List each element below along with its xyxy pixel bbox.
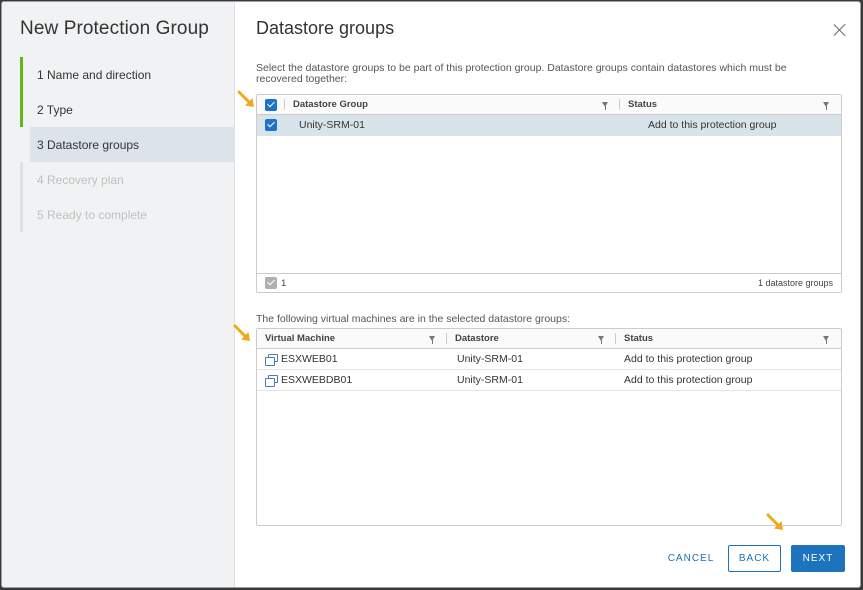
annotation-arrow-icon [237,90,254,107]
wizard-sidebar: New Protection Group 1 Name and directio… [2,2,235,587]
datastore-group-name: Unity-SRM-01 [299,119,365,131]
selected-count-checkbox [265,277,277,289]
table-row[interactable]: ESXWEBDB01 Unity-SRM-01 Add to this prot… [257,370,841,391]
wizard-main: Datastore groups Select the datastore gr… [233,2,860,587]
new-protection-group-dialog: New Protection Group 1 Name and directio… [1,1,861,588]
column-datastore[interactable]: Datastore [447,329,616,348]
filter-icon[interactable] [602,102,608,110]
annotation-arrow-icon [766,513,783,530]
select-all-checkbox[interactable] [265,98,277,111]
vm-datastore: Unity-SRM-01 [457,374,523,386]
vm-datastore: Unity-SRM-01 [457,353,523,365]
step-type[interactable]: 2 Type [20,92,235,127]
annotation-arrow-icon [233,324,250,341]
row-checkbox[interactable] [265,119,277,131]
datastore-group-status: Add to this protection group [648,119,777,131]
filter-icon[interactable] [823,336,829,344]
column-label: Status [628,99,658,110]
filter-icon[interactable] [429,336,435,344]
select-all-cell [257,95,285,114]
cancel-button[interactable]: CANCEL [664,545,718,572]
filter-icon[interactable] [598,336,604,344]
filter-icon[interactable] [823,102,829,110]
vm-status: Add to this protection group [624,374,753,386]
column-label: Virtual Machine [265,333,336,344]
column-datastore-group[interactable]: Datastore Group [285,95,620,114]
column-status[interactable]: Status [620,95,841,114]
vm-description: The following virtual machines are in th… [256,313,571,325]
column-label: Datastore [455,333,499,344]
virtual-machines-grid: Virtual Machine Datastore Status ESXWEB0… [256,328,842,526]
back-button[interactable]: BACK [728,545,781,572]
vm-status: Add to this protection group [624,353,753,365]
table-row[interactable]: Unity-SRM-01 Add to this protection grou… [257,115,841,136]
datastore-groups-grid: Datastore Group Status Unity-SRM-01 Add … [256,94,842,293]
page-title: Datastore groups [256,18,395,38]
selected-count: 1 [281,277,287,289]
column-label: Status [624,333,654,344]
step-ready-to-complete: 5 Ready to complete [20,197,235,232]
next-button[interactable]: NEXT [791,545,845,572]
grid-header: Datastore Group Status [257,95,841,115]
step-name-and-direction[interactable]: 1 Name and direction [20,57,235,92]
wizard-steps: 1 Name and direction 2 Type 3 Datastore … [20,57,235,232]
datastore-groups-description: Select the datastore groups to be part o… [256,62,787,85]
grid-footer: 1 1 datastore groups [257,273,841,292]
column-label: Datastore Group [293,99,368,110]
virtual-machine-icon [265,374,278,387]
total-count: 1 datastore groups [757,278,833,288]
column-virtual-machine[interactable]: Virtual Machine [257,329,447,348]
column-status[interactable]: Status [616,329,841,348]
vm-name: ESXWEBDB01 [281,374,353,386]
virtual-machine-icon [265,353,278,366]
table-row[interactable]: ESXWEB01 Unity-SRM-01 Add to this protec… [257,349,841,370]
wizard-title: New Protection Group [20,18,209,39]
grid-header: Virtual Machine Datastore Status [257,329,841,349]
close-icon[interactable] [832,22,848,38]
step-datastore-groups[interactable]: 3 Datastore groups [27,127,235,162]
step-recovery-plan: 4 Recovery plan [20,162,235,197]
vm-name: ESXWEB01 [281,353,338,365]
